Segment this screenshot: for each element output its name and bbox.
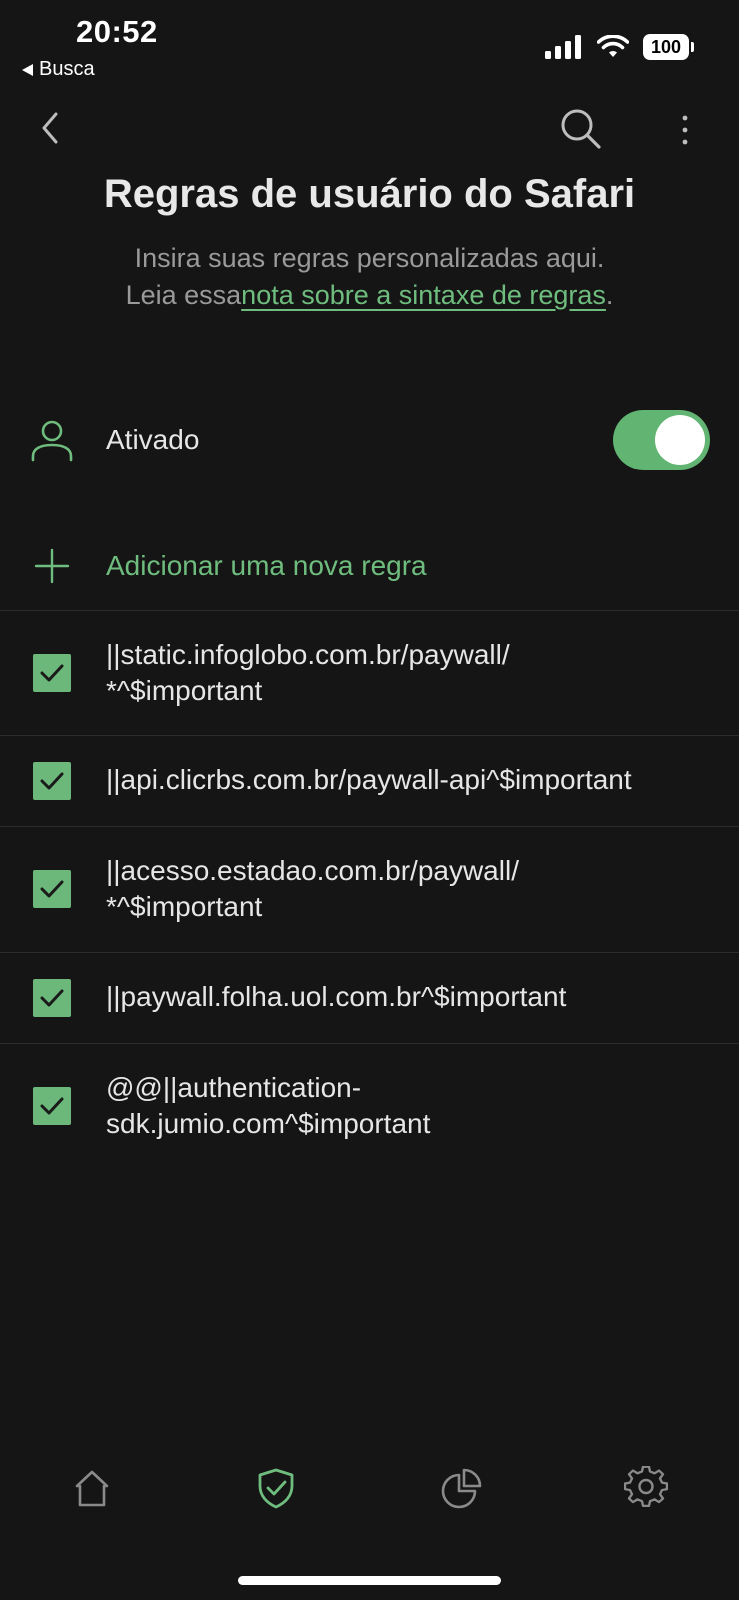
rule-row[interactable]: @@||authentication- sdk.jumio.com^$impor… [0, 1044, 739, 1168]
rule-checkbox[interactable] [33, 870, 71, 908]
rule-text: ||acesso.estadao.com.br/paywall/ *^$impo… [106, 855, 519, 922]
subtitle-line-2: Leia essanota sobre a sintaxe de regras. [0, 277, 739, 314]
checkmark-icon [40, 1097, 64, 1115]
back-app-label: Busca [39, 58, 95, 80]
enabled-toggle[interactable] [613, 410, 710, 470]
subtitle-suffix: . [605, 280, 614, 310]
back-chevron-icon[interactable] [36, 108, 66, 148]
signal-icon [545, 35, 581, 59]
wifi-icon [597, 35, 629, 57]
rule-text: ||api.clicrbs.com.br/paywall-api^$import… [106, 764, 632, 795]
plus-icon [34, 548, 70, 584]
add-rule-button[interactable]: Adicionar uma nova regra [0, 528, 739, 604]
rule-row[interactable]: ||static.infoglobo.com.br/paywall/ *^$im… [0, 611, 739, 735]
add-rule-label: Adicionar uma nova regra [106, 550, 427, 581]
rule-text: ||static.infoglobo.com.br/paywall/ *^$im… [106, 639, 510, 706]
rule-text: ||paywall.folha.uol.com.br^$important [106, 981, 567, 1012]
home-icon[interactable] [70, 1466, 114, 1510]
rule-row[interactable]: ||acesso.estadao.com.br/paywall/ *^$impo… [0, 827, 739, 951]
back-triangle-icon [22, 63, 33, 76]
checkmark-icon [40, 989, 64, 1007]
enabled-label: Ativado [106, 424, 200, 455]
checkmark-icon [40, 664, 64, 682]
rule-checkbox[interactable] [33, 654, 71, 692]
status-indicators: 100 [545, 34, 694, 60]
subtitle-line-1: Insira suas regras personalizadas aqui. [134, 243, 605, 273]
screen: 20:52 Busca 100 Regras de usuário do Saf… [0, 0, 739, 1600]
syntax-note-link[interactable]: nota sobre a sintaxe de regras [241, 280, 606, 310]
battery-indicator: 100 [643, 34, 694, 60]
status-time: 20:52 [76, 14, 158, 49]
rule-row[interactable]: ||paywall.folha.uol.com.br^$important [0, 953, 739, 1043]
search-icon[interactable] [558, 106, 604, 152]
toggle-knob [655, 415, 705, 465]
rule-checkbox[interactable] [33, 979, 71, 1017]
gear-icon[interactable] [624, 1466, 668, 1510]
user-icon [31, 420, 73, 462]
checkmark-icon [40, 772, 64, 790]
rule-row[interactable]: ||api.clicrbs.com.br/paywall-api^$import… [0, 736, 739, 826]
shield-check-icon[interactable] [254, 1466, 298, 1510]
back-to-app-link[interactable]: Busca [22, 58, 95, 81]
home-indicator [238, 1576, 501, 1585]
page-title: Regras de usuário do Safari [103, 172, 636, 216]
rule-text: @@||authentication- sdk.jumio.com^$impor… [106, 1072, 431, 1139]
subtitle-prefix: Leia essa [125, 280, 242, 310]
rule-checkbox[interactable] [33, 1087, 71, 1125]
rule-checkbox[interactable] [33, 762, 71, 800]
pie-chart-icon[interactable] [440, 1466, 484, 1510]
enabled-row: Ativado [0, 400, 739, 480]
checkmark-icon [40, 880, 64, 898]
more-options-icon[interactable] [672, 110, 698, 150]
page-subtitle: Insira suas regras personalizadas aqui. … [0, 240, 739, 314]
